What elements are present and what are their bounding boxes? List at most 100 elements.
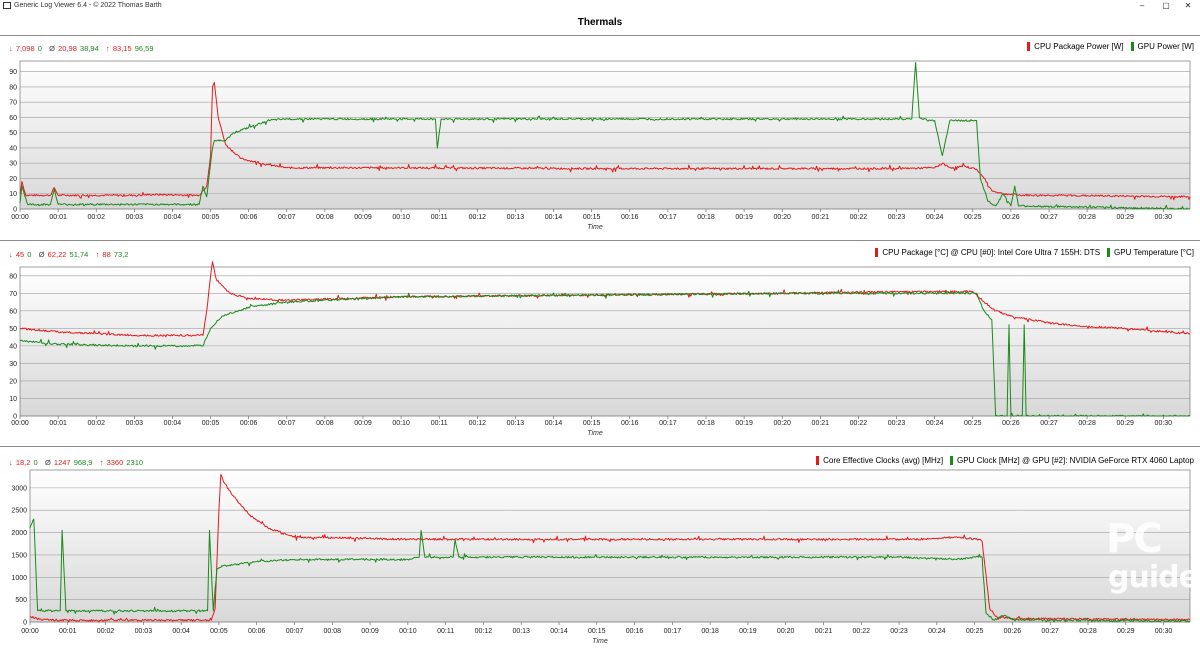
x-tick-label: 00:30 xyxy=(1155,420,1173,427)
x-tick-label: 00:00 xyxy=(21,628,39,635)
x-tick-label: 00:27 xyxy=(1040,214,1058,221)
x-tick-label: 00:29 xyxy=(1116,420,1134,427)
x-tick-label: 00:19 xyxy=(735,214,753,221)
x-tick-label: 00:30 xyxy=(1155,628,1173,635)
x-tick-label: 00:08 xyxy=(324,628,342,635)
y-tick-label: 30 xyxy=(9,361,17,368)
panel-divider xyxy=(0,446,1200,447)
x-tick-label: 00:20 xyxy=(773,214,791,221)
x-tick-label: 00:09 xyxy=(361,628,379,635)
x-tick-label: 00:21 xyxy=(812,420,830,427)
x-axis-label: Time xyxy=(592,638,608,645)
x-tick-label: 00:05 xyxy=(210,628,228,635)
x-tick-label: 00:22 xyxy=(850,420,868,427)
y-tick-label: 60 xyxy=(9,308,17,315)
x-tick-label: 00:25 xyxy=(966,628,984,635)
y-tick-label: 40 xyxy=(9,343,17,350)
x-tick-label: 00:17 xyxy=(659,420,677,427)
x-tick-label: 00:02 xyxy=(87,420,105,427)
panel-divider xyxy=(0,240,1200,241)
x-tick-label: 00:03 xyxy=(126,214,144,221)
temperature-plot[interactable]: 0102030405060708000:00 00:01 00:02 00:03 00:… xyxy=(0,242,1200,445)
clocks-chart-panel: ↓ 18,2 0 Ø 1247 968,9 ↑ 3360 2310 Core E… xyxy=(0,448,1200,653)
plot-area xyxy=(20,267,1190,416)
x-tick-label: 00:13 xyxy=(512,628,530,635)
y-tick-label: 20 xyxy=(9,378,17,385)
x-tick-label: 00:12 xyxy=(469,214,487,221)
x-tick-label: 00:07 xyxy=(278,214,296,221)
x-tick-label: 00:03 xyxy=(135,628,153,635)
x-tick-label: 00:01 xyxy=(59,628,77,635)
y-tick-label: 70 xyxy=(9,100,17,107)
x-tick-label: 00:12 xyxy=(469,420,487,427)
restore-button[interactable]: ▢ xyxy=(1156,0,1176,12)
x-tick-label: 00:14 xyxy=(545,420,563,427)
y-tick-label: 1000 xyxy=(11,575,27,582)
x-tick-label: 00:11 xyxy=(431,420,448,427)
x-tick-label: 00:26 xyxy=(1004,628,1022,635)
clocks-plot[interactable]: 0 500 1000 1500 2000 2500 3000 00:00 00:01 00:02 0… xyxy=(0,448,1200,653)
y-tick-label: 2500 xyxy=(11,508,27,515)
x-tick-label: 00:12 xyxy=(475,628,493,635)
x-tick-label: 00:30 xyxy=(1155,214,1173,221)
minimize-button[interactable]: – xyxy=(1132,0,1152,12)
x-tick-label: 00:27 xyxy=(1041,628,1059,635)
x-tick-label: 00:05 xyxy=(202,214,220,221)
x-tick-label: 00:16 xyxy=(621,214,639,221)
y-tick-label: 40 xyxy=(9,145,17,152)
x-tick-label: 00:09 xyxy=(354,214,372,221)
x-tick-label: 00:08 xyxy=(316,420,334,427)
x-tick-label: 00:09 xyxy=(354,420,372,427)
y-tick-label: 10 xyxy=(9,191,17,198)
x-tick-label: 00:10 xyxy=(392,420,410,427)
window-titlebar: Generic Log Viewer 6.4 - © 2022 Thomas B… xyxy=(0,0,1200,12)
x-tick-label: 00:26 xyxy=(1002,214,1020,221)
power-plot[interactable]: 0 10 20 30 40 50 60 70 80 90 00:00 00:01 00:02 00:03 0… xyxy=(0,36,1200,239)
x-tick-label: 00:19 xyxy=(739,628,757,635)
x-tick-label: 00:11 xyxy=(437,628,454,635)
x-tick-label: 00:18 xyxy=(701,628,719,635)
x-tick-label: 00:04 xyxy=(164,420,182,427)
x-tick-label: 00:25 xyxy=(964,420,982,427)
temperature-chart-panel: ↓ 45 0 Ø 62,22 51,74 ↑ 88 73,2 CPU Packa… xyxy=(0,242,1200,445)
page-title: Thermals xyxy=(577,17,623,28)
x-tick-label: 00:01 xyxy=(49,420,67,427)
y-tick-label: 30 xyxy=(9,161,17,168)
y-tick-label: 50 xyxy=(9,326,17,333)
y-tick-label: 1500 xyxy=(11,552,27,559)
x-tick-label: 00:24 xyxy=(926,420,944,427)
window-title: Generic Log Viewer 6.4 - © 2022 Thomas B… xyxy=(14,2,162,9)
x-tick-label: 00:21 xyxy=(812,214,830,221)
y-tick-label: 70 xyxy=(9,291,17,298)
x-tick-label: 00:29 xyxy=(1116,214,1134,221)
x-tick-label: 00:25 xyxy=(964,214,982,221)
x-tick-label: 00:10 xyxy=(399,628,417,635)
x-tick-label: 00:04 xyxy=(164,214,182,221)
x-tick-label: 00:02 xyxy=(97,628,115,635)
power-chart-panel: ↓ 7,098 0 Ø 20,98 38,94 ↑ 83,15 96,59 CP… xyxy=(0,36,1200,239)
x-tick-label: 00:05 xyxy=(202,420,220,427)
x-tick-label: 00:03 xyxy=(126,420,144,427)
y-tick-label: 20 xyxy=(9,176,17,183)
x-tick-label: 00:07 xyxy=(286,628,304,635)
x-tick-label: 00:27 xyxy=(1040,420,1058,427)
x-tick-label: 00:28 xyxy=(1079,628,1097,635)
x-tick-label: 00:21 xyxy=(815,628,833,635)
y-tick-label: 2000 xyxy=(11,530,27,537)
x-tick-label: 00:00 xyxy=(11,214,29,221)
y-tick-label: 0 xyxy=(13,207,17,214)
x-tick-label: 00:15 xyxy=(583,420,601,427)
x-tick-label: 00:28 xyxy=(1078,214,1096,221)
x-tick-label: 00:14 xyxy=(545,214,563,221)
x-tick-label: 00:00 xyxy=(11,420,29,427)
x-tick-label: 00:18 xyxy=(697,214,715,221)
x-tick-label: 00:28 xyxy=(1078,420,1096,427)
x-tick-label: 00:02 xyxy=(87,214,105,221)
y-tick-label: 80 xyxy=(9,273,17,280)
x-tick-label: 00:22 xyxy=(850,214,868,221)
close-button[interactable]: ✕ xyxy=(1178,0,1198,12)
x-tick-label: 00:06 xyxy=(248,628,266,635)
app-icon xyxy=(3,2,11,9)
x-tick-label: 00:14 xyxy=(550,628,568,635)
plot-area xyxy=(30,470,1190,622)
